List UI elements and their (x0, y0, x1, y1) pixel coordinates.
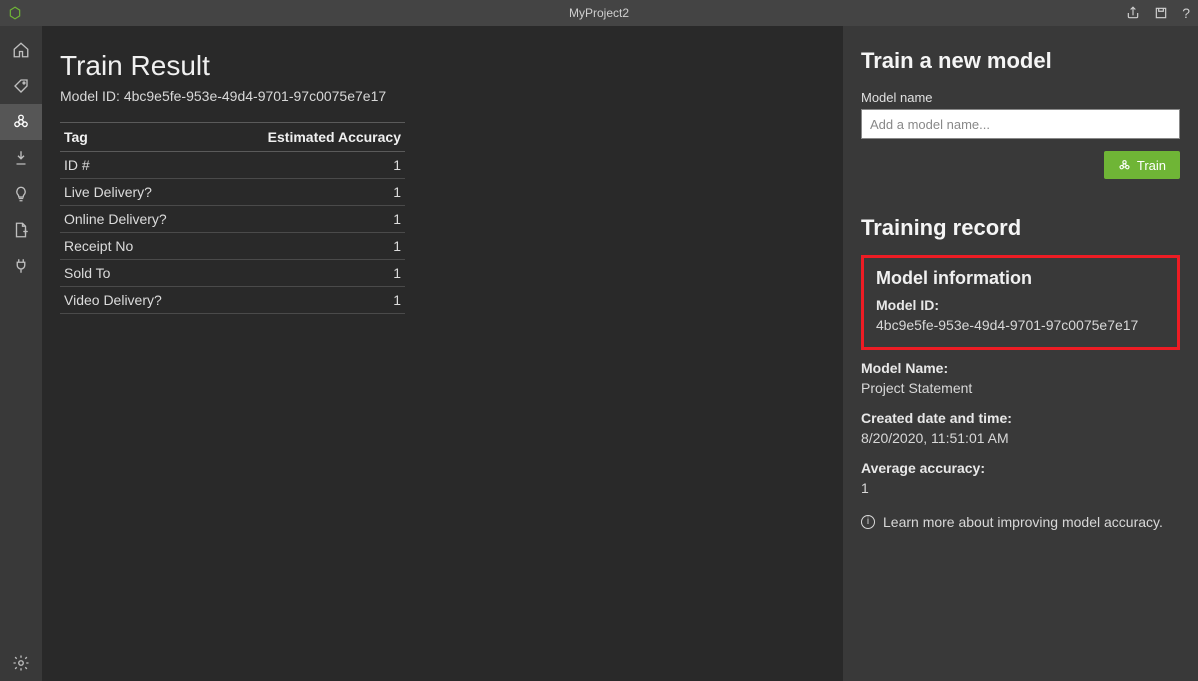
sidebar (0, 26, 42, 681)
results-table: Tag Estimated Accuracy ID #1 Live Delive… (60, 122, 405, 314)
model-info-highlight: Model information Model ID: 4bc9e5fe-953… (861, 255, 1180, 350)
train-new-heading: Train a new model (861, 48, 1180, 74)
table-row: Live Delivery?1 (60, 179, 405, 206)
created-value: 8/20/2020, 11:51:01 AM (861, 430, 1180, 446)
train-button-label: Train (1137, 158, 1166, 173)
model-name-label: Model name (861, 90, 1180, 105)
table-row: Online Delivery?1 (60, 206, 405, 233)
lightbulb-icon[interactable] (0, 176, 42, 212)
model-icon[interactable] (0, 104, 42, 140)
avg-accuracy-label: Average accuracy: (861, 460, 1180, 476)
gear-sparkle-icon (1118, 159, 1131, 172)
table-row: ID #1 (60, 152, 405, 179)
save-icon[interactable] (1154, 6, 1168, 20)
app-logo-icon (8, 6, 22, 20)
model-name-info-label: Model Name: (861, 360, 1180, 376)
model-name-info-value: Project Statement (861, 380, 1180, 396)
titlebar: MyProject2 ? (0, 0, 1198, 26)
model-id-value: 4bc9e5fe-953e-49d4-9701-97c0075e7e17 (124, 88, 386, 104)
col-accuracy: Estimated Accuracy (212, 123, 405, 152)
plug-icon[interactable] (0, 248, 42, 284)
training-record-heading: Training record (861, 215, 1180, 241)
learn-more-row[interactable]: i Learn more about improving model accur… (861, 514, 1180, 530)
tag-icon[interactable] (0, 68, 42, 104)
table-row: Receipt No1 (60, 233, 405, 260)
settings-icon[interactable] (0, 645, 42, 681)
window-title: MyProject2 (0, 6, 1198, 20)
model-info-heading: Model information (876, 268, 1165, 289)
learn-more-text: Learn more about improving model accurac… (883, 514, 1163, 530)
help-icon[interactable]: ? (1182, 5, 1190, 21)
model-id-info-value: 4bc9e5fe-953e-49d4-9701-97c0075e7e17 (876, 317, 1165, 333)
compose-icon[interactable] (0, 140, 42, 176)
train-button[interactable]: Train (1104, 151, 1180, 179)
new-file-icon[interactable] (0, 212, 42, 248)
table-row: Sold To1 (60, 260, 405, 287)
home-icon[interactable] (0, 32, 42, 68)
share-icon[interactable] (1126, 6, 1140, 20)
model-name-input[interactable] (861, 109, 1180, 139)
info-icon: i (861, 515, 875, 529)
titlebar-actions: ? (1126, 5, 1190, 21)
training-record-section: Training record Model information Model … (861, 215, 1180, 530)
model-id-prefix: Model ID: (60, 88, 124, 104)
model-id-info-label: Model ID: (876, 297, 1165, 313)
table-row: Video Delivery?1 (60, 287, 405, 314)
right-panel: Train a new model Model name Train Train… (843, 26, 1198, 681)
main-content: Train Result Model ID: 4bc9e5fe-953e-49d… (42, 26, 843, 681)
avg-accuracy-value: 1 (861, 480, 1180, 496)
created-label: Created date and time: (861, 410, 1180, 426)
col-tag: Tag (60, 123, 212, 152)
page-title: Train Result (60, 50, 815, 82)
model-id-line: Model ID: 4bc9e5fe-953e-49d4-9701-97c007… (60, 88, 815, 104)
